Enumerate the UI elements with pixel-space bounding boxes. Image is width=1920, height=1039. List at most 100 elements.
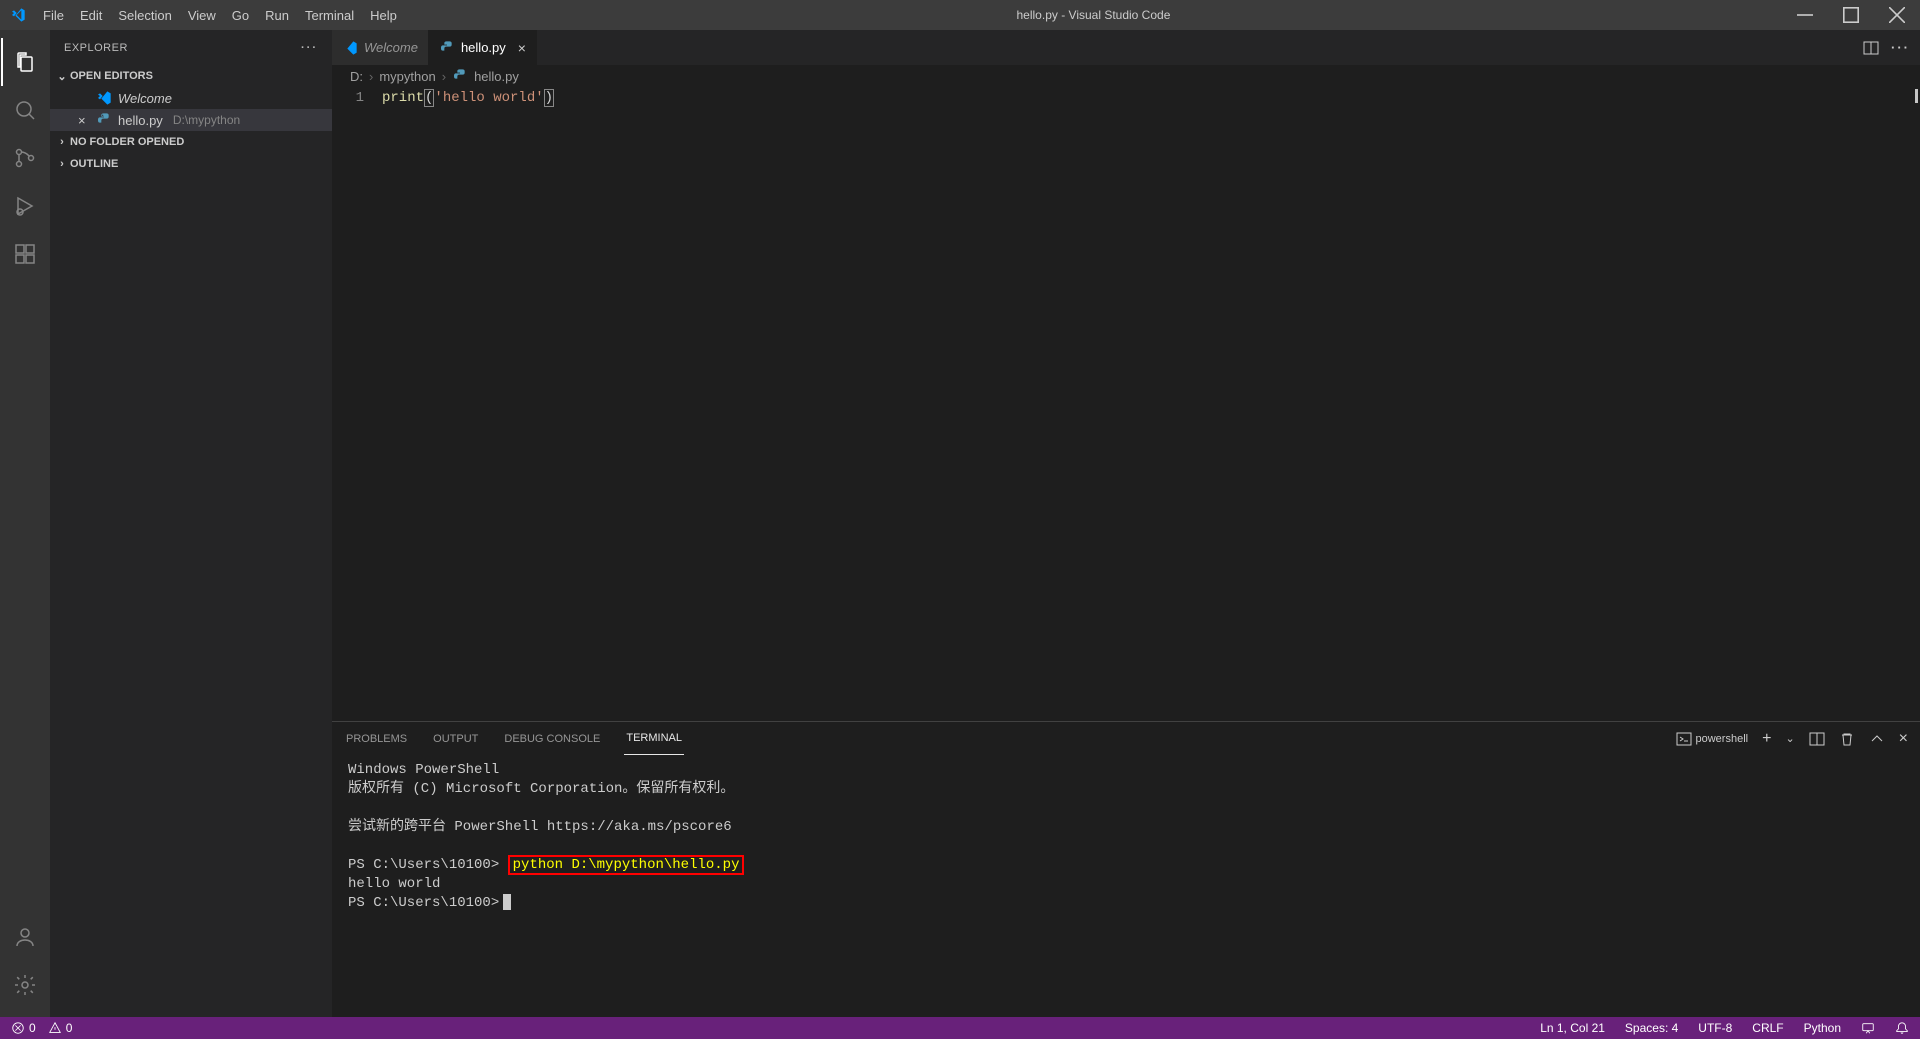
run-debug-icon[interactable] xyxy=(1,182,49,230)
close-icon[interactable]: × xyxy=(78,113,90,128)
new-terminal-icon[interactable]: + xyxy=(1762,730,1771,748)
maximize-button[interactable] xyxy=(1828,0,1874,30)
chevron-right-icon: › xyxy=(54,136,70,148)
status-encoding[interactable]: UTF-8 xyxy=(1695,1021,1735,1035)
chevron-right-icon: › xyxy=(369,69,373,84)
chevron-right-icon: › xyxy=(54,158,70,170)
menu-run[interactable]: Run xyxy=(257,0,297,30)
panel-tab-debug-console[interactable]: DEBUG CONSOLE xyxy=(502,722,602,755)
search-icon[interactable] xyxy=(1,86,49,134)
panel-tabs: PROBLEMS OUTPUT DEBUG CONSOLE TERMINAL p… xyxy=(332,722,1920,755)
terminal-line: 版权所有 (C) Microsoft Corporation。保留所有权利。 xyxy=(348,781,734,797)
accounts-icon[interactable] xyxy=(1,913,49,961)
status-spaces[interactable]: Spaces: 4 xyxy=(1622,1021,1681,1035)
breadcrumb-file[interactable]: hello.py xyxy=(474,69,519,84)
status-eol[interactable]: CRLF xyxy=(1749,1021,1786,1035)
terminal-cursor xyxy=(503,894,511,910)
open-editor-hello[interactable]: × hello.py D:\mypython xyxy=(50,109,332,131)
open-editor-welcome-label: Welcome xyxy=(118,91,172,106)
maximize-panel-icon[interactable] xyxy=(1869,731,1885,747)
source-control-icon[interactable] xyxy=(1,134,49,182)
menubar: File Edit Selection View Go Run Terminal… xyxy=(35,0,405,30)
python-file-icon xyxy=(439,40,455,56)
code-editor[interactable]: 1 print('hello world') xyxy=(332,87,1920,721)
close-panel-icon[interactable]: × xyxy=(1899,730,1908,748)
close-button[interactable] xyxy=(1874,0,1920,30)
line-number: 1 xyxy=(332,89,364,108)
breadcrumb-folder[interactable]: mypython xyxy=(379,69,435,84)
editor-more-icon[interactable]: ··· xyxy=(1891,40,1910,55)
chevron-right-icon: › xyxy=(442,69,446,84)
section-no-folder[interactable]: › NO FOLDER OPENED xyxy=(50,131,332,153)
code-content[interactable]: print('hello world') xyxy=(382,87,1920,721)
vscode-small-icon xyxy=(342,40,358,56)
tab-hello-label: hello.py xyxy=(461,40,506,55)
terminal-dropdown-icon[interactable]: ⌄ xyxy=(1785,732,1794,745)
terminal-shell-selector[interactable]: powershell xyxy=(1676,731,1749,747)
tab-close-icon[interactable]: × xyxy=(518,40,526,56)
explorer-icon[interactable] xyxy=(1,38,49,86)
token-string: 'hello world' xyxy=(434,90,543,106)
bottom-panel: PROBLEMS OUTPUT DEBUG CONSOLE TERMINAL p… xyxy=(332,721,1920,1017)
window-controls xyxy=(1782,0,1920,30)
sidebar-more-icon[interactable]: ··· xyxy=(301,42,318,54)
terminal-prompt: PS C:\Users\10100> xyxy=(348,857,499,873)
sidebar-title-label: EXPLORER xyxy=(64,42,128,54)
vscode-small-icon xyxy=(96,90,112,106)
status-warnings-count: 0 xyxy=(66,1021,73,1035)
breadcrumb[interactable]: D: › mypython › hello.py xyxy=(332,65,1920,87)
window-title: hello.py - Visual Studio Code xyxy=(405,8,1782,22)
panel-tab-output[interactable]: OUTPUT xyxy=(431,722,480,755)
editor-area: Welcome hello.py × ··· D: › mypython › h… xyxy=(332,30,1920,1017)
terminal-prompt: PS C:\Users\10100> xyxy=(348,895,499,911)
tab-hello[interactable]: hello.py × xyxy=(429,30,537,65)
menu-edit[interactable]: Edit xyxy=(72,0,110,30)
chevron-down-icon: ⌄ xyxy=(54,70,70,83)
split-editor-icon[interactable] xyxy=(1863,40,1879,56)
status-errors-count: 0 xyxy=(29,1021,36,1035)
sidebar-title: EXPLORER ··· xyxy=(50,30,332,65)
terminal-line: Windows PowerShell xyxy=(348,762,499,778)
terminal-command-highlight: python D:\mypython\hello.py xyxy=(508,855,745,875)
menu-selection[interactable]: Selection xyxy=(110,0,179,30)
status-bar: 0 0 Ln 1, Col 21 Spaces: 4 UTF-8 CRLF Py… xyxy=(0,1017,1920,1039)
extensions-icon[interactable] xyxy=(1,230,49,278)
warning-icon xyxy=(48,1021,62,1035)
open-editor-welcome[interactable]: Welcome xyxy=(50,87,332,109)
tab-welcome[interactable]: Welcome xyxy=(332,30,429,65)
minimap[interactable] xyxy=(1915,89,1918,103)
terminal-body[interactable]: Windows PowerShell 版权所有 (C) Microsoft Co… xyxy=(332,755,1920,1017)
section-outline[interactable]: › OUTLINE xyxy=(50,153,332,175)
section-open-editors[interactable]: ⌄ OPEN EDITORS xyxy=(50,65,332,87)
token-function: print xyxy=(382,90,424,106)
menu-file[interactable]: File xyxy=(35,0,72,30)
status-feedback-icon[interactable] xyxy=(1858,1021,1878,1035)
settings-gear-icon[interactable] xyxy=(1,961,49,1009)
token-paren-open: ( xyxy=(424,89,434,107)
status-errors[interactable]: 0 xyxy=(8,1021,39,1035)
breadcrumb-root[interactable]: D: xyxy=(350,69,363,84)
menu-terminal[interactable]: Terminal xyxy=(297,0,362,30)
line-number-gutter: 1 xyxy=(332,87,382,721)
panel-tab-problems[interactable]: PROBLEMS xyxy=(344,722,409,755)
terminal-output: hello world xyxy=(348,876,440,892)
section-open-editors-label: OPEN EDITORS xyxy=(70,70,153,82)
kill-terminal-icon[interactable] xyxy=(1839,731,1855,747)
menu-view[interactable]: View xyxy=(180,0,224,30)
split-terminal-icon[interactable] xyxy=(1809,731,1825,747)
status-bell-icon[interactable] xyxy=(1892,1021,1912,1035)
error-icon xyxy=(11,1021,25,1035)
vscode-logo-icon xyxy=(0,7,35,23)
terminal-shell-label: powershell xyxy=(1696,733,1749,745)
minimize-button[interactable] xyxy=(1782,0,1828,30)
status-ln-col[interactable]: Ln 1, Col 21 xyxy=(1537,1021,1608,1035)
status-warnings[interactable]: 0 xyxy=(45,1021,76,1035)
menu-help[interactable]: Help xyxy=(362,0,405,30)
panel-tab-terminal[interactable]: TERMINAL xyxy=(624,722,684,755)
terminal-line: 尝试新的跨平台 PowerShell https://aka.ms/pscore… xyxy=(348,819,732,835)
section-outline-label: OUTLINE xyxy=(70,158,118,170)
token-paren-close: ) xyxy=(544,89,554,107)
status-language[interactable]: Python xyxy=(1801,1021,1844,1035)
open-editor-hello-label: hello.py xyxy=(118,113,163,128)
menu-go[interactable]: Go xyxy=(224,0,257,30)
